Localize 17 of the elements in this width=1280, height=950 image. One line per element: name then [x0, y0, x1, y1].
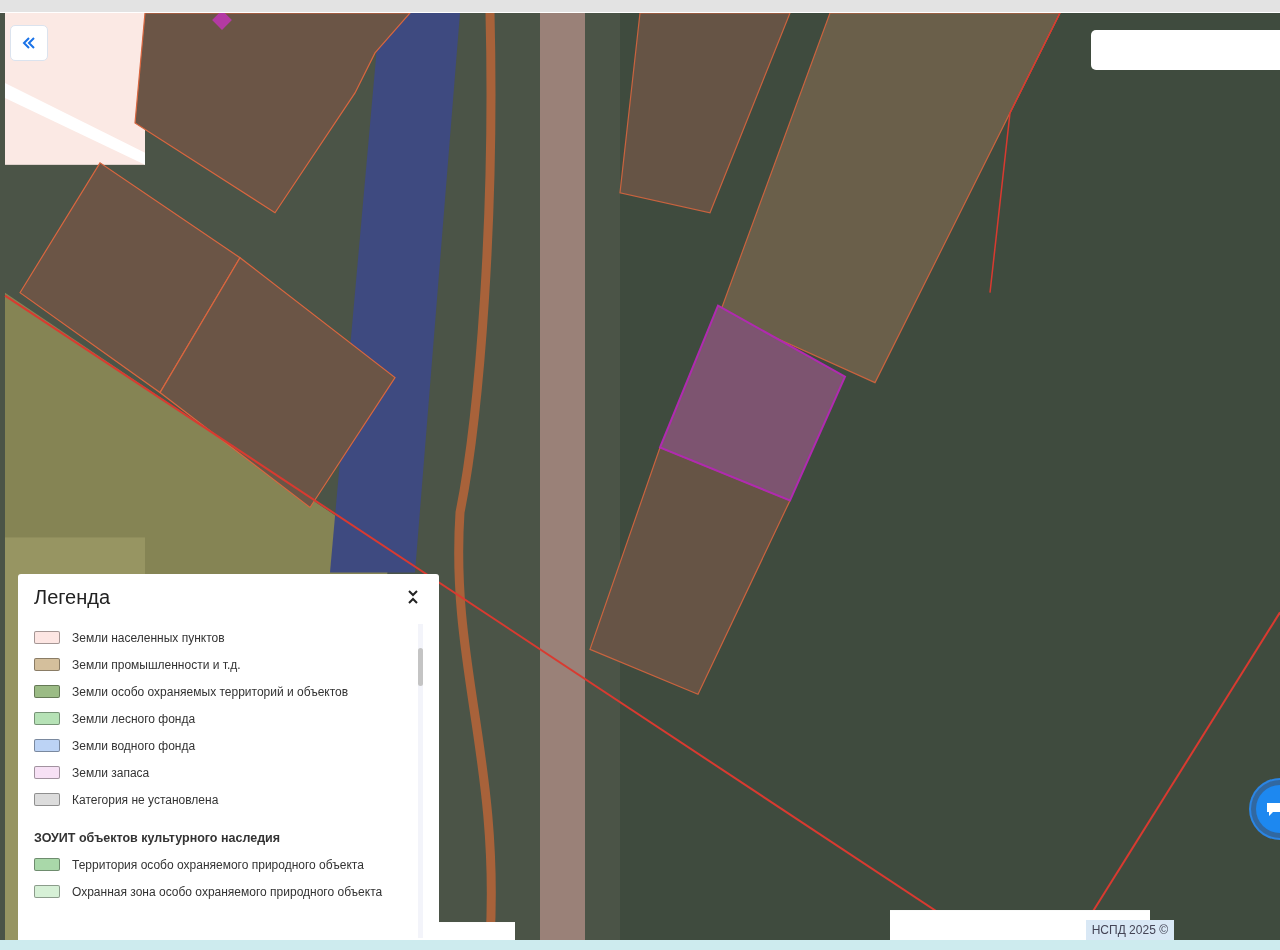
legend-label: Земли промышленности и т.д. — [72, 657, 241, 672]
legend-title: Легенда — [34, 585, 111, 609]
legend-label: Территория особо охраняемого природного объекта — [72, 857, 364, 872]
search-field[interactable] — [1091, 30, 1280, 70]
legend-label: Земли населенных пунктов — [72, 630, 225, 645]
legend-label: Земли запаса — [72, 765, 150, 780]
legend-label: Охранная зона особо охраняемого природного объекта — [72, 884, 383, 899]
legend-label: Категория не установлена — [72, 792, 219, 807]
legend-label: Земли особо охраняемых территорий и объектов — [72, 684, 349, 699]
map-attribution: НСПД 2025 © — [1085, 920, 1174, 940]
legend-label: Земли лесного фонда — [72, 711, 196, 726]
scrollbar-thumb[interactable] — [418, 648, 423, 686]
legend-label: Земли водного фонда — [72, 738, 196, 753]
double-chevron-left-icon — [21, 35, 37, 51]
collapse-chevrons-icon[interactable] — [407, 589, 419, 605]
collapse-panel-button[interactable] — [10, 25, 48, 61]
legend-section-title: ЗОУИТ объектов культурного наследия — [34, 831, 282, 845]
